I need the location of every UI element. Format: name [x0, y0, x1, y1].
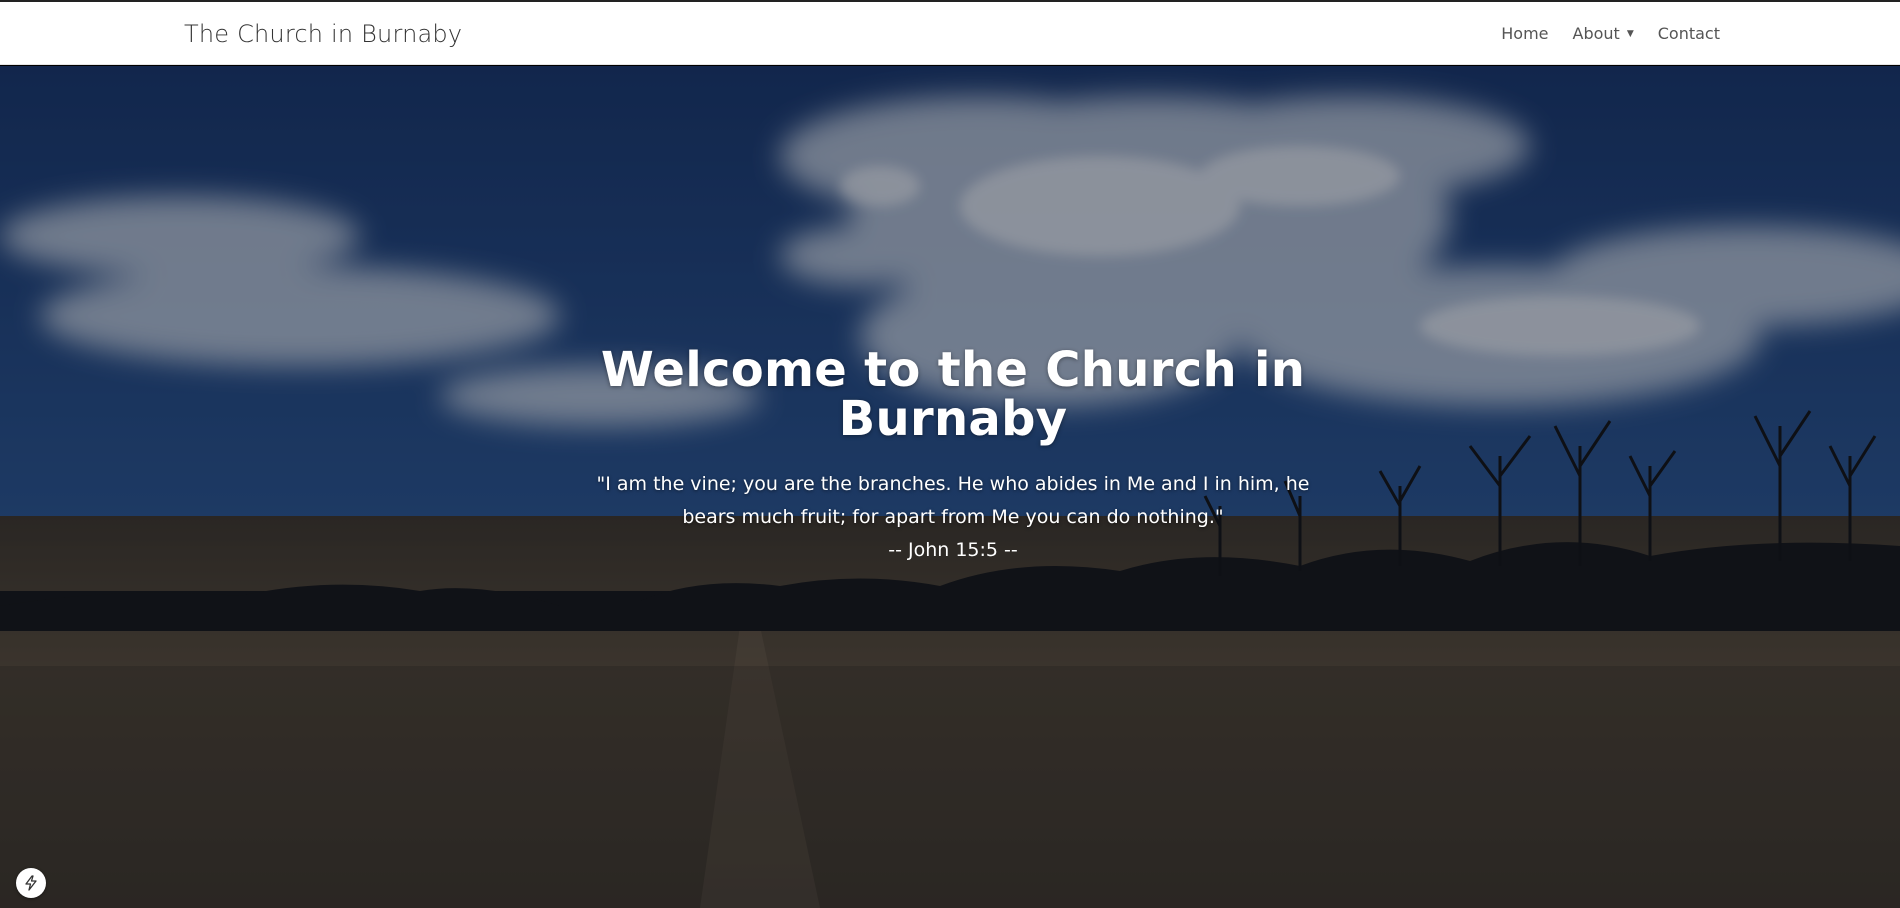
hero-title: Welcome to the Church in Burnaby [600, 342, 1306, 447]
nav-links: Home About ▼ Contact [1501, 24, 1720, 43]
nav-link-about-label: About [1572, 24, 1620, 43]
navbar: The Church in Burnaby Home About ▼ Conta… [0, 2, 1900, 65]
site-brand[interactable]: The Church in Burnaby [184, 20, 462, 48]
lightning-icon[interactable] [16, 868, 46, 898]
nav-link-contact-label: Contact [1657, 24, 1720, 43]
hero-content: Welcome to the Church in Burnaby "I am t… [560, 346, 1346, 567]
nav-link-home-label: Home [1501, 24, 1549, 43]
hero-section: Welcome to the Church in Burnaby "I am t… [0, 66, 1900, 908]
nav-link-contact[interactable]: Contact [1658, 24, 1720, 43]
nav-link-about[interactable]: About ▼ [1573, 24, 1634, 43]
hero-quote: "I am the vine; you are the branches. He… [596, 473, 1310, 528]
hero-reference: -- John 15:5 -- [888, 539, 1018, 561]
nav-link-home[interactable]: Home [1501, 24, 1548, 43]
caret-down-icon: ▼ [1626, 28, 1634, 39]
